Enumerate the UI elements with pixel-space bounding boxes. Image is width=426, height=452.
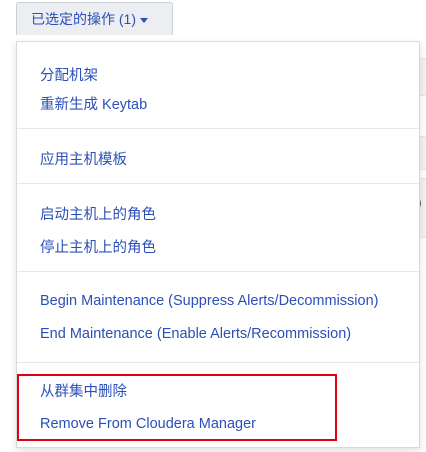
menu-item-regenerate-keytab[interactable]: 重新生成 Keytab (40, 93, 147, 114)
screen: ) 已选定的操作 (1) 分配机架 重新生成 Keytab 应用主机模板 启动主… (0, 0, 426, 452)
menu-item-assign-rack[interactable]: 分配机架 (40, 64, 98, 85)
menu-item-remove-from-cloudera-manager[interactable]: Remove From Cloudera Manager (40, 416, 256, 432)
selected-actions-label: 已选定的操作 (1) (31, 11, 136, 27)
actions-dropdown-menu: 分配机架 重新生成 Keytab 应用主机模板 启动主机上的角色 停止主机上的角… (16, 41, 420, 448)
menu-item-begin-maintenance[interactable]: Begin Maintenance (Suppress Alerts/Decom… (40, 293, 378, 309)
menu-divider (17, 183, 419, 184)
menu-divider (17, 362, 419, 363)
menu-item-end-maintenance[interactable]: End Maintenance (Enable Alerts/Recommiss… (40, 326, 351, 342)
menu-item-start-roles-on-host[interactable]: 启动主机上的角色 (40, 203, 156, 224)
menu-item-remove-from-cluster[interactable]: 从群集中删除 (40, 380, 127, 401)
menu-divider (17, 271, 419, 272)
menu-item-stop-roles-on-host[interactable]: 停止主机上的角色 (40, 236, 156, 257)
caret-down-icon (140, 17, 148, 23)
selected-actions-button[interactable]: 已选定的操作 (1) (16, 2, 173, 35)
menu-item-apply-host-template[interactable]: 应用主机模板 (40, 148, 127, 169)
menu-divider (17, 128, 419, 129)
